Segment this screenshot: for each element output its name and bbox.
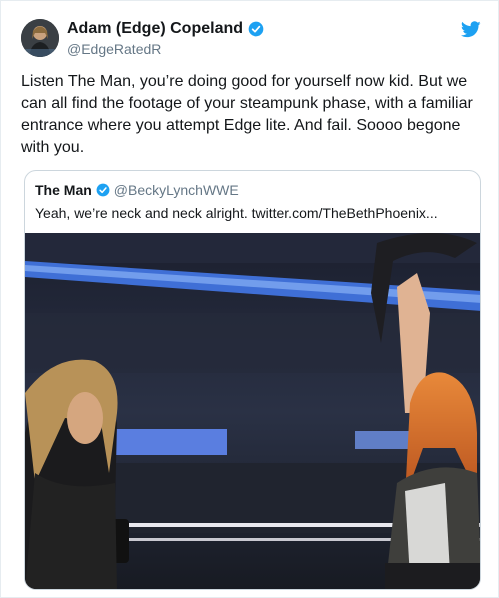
verified-badge-icon — [96, 183, 110, 197]
tweet-text: Listen The Man, you’re doing good for yo… — [21, 73, 473, 156]
user-handle[interactable]: @EdgeRatedR — [67, 41, 161, 57]
name-row: Adam (Edge) Copeland — [67, 20, 264, 38]
quoted-display-name[interactable]: The Man — [35, 182, 92, 198]
quoted-tweet[interactable]: The Man @BeckyLynchWWE Yeah, we’re neck … — [24, 170, 481, 590]
quoted-user-handle[interactable]: @BeckyLynchWWE — [114, 182, 239, 198]
display-name[interactable]: Adam (Edge) Copeland — [67, 20, 243, 38]
quoted-tweet-text: Yeah, we’re neck and neck alright. twitt… — [35, 205, 438, 221]
quoted-tweet-photo[interactable]: W — [25, 233, 481, 590]
twitter-bird-icon[interactable] — [461, 21, 481, 38]
tweet-card: Adam (Edge) Copeland @EdgeRatedR Listen … — [0, 0, 499, 598]
verified-badge-icon — [248, 21, 264, 37]
avatar[interactable] — [21, 19, 59, 57]
quoted-tweet-header: The Man @BeckyLynchWWE — [35, 182, 239, 198]
tweet-header: Adam (Edge) Copeland @EdgeRatedR — [21, 19, 481, 61]
